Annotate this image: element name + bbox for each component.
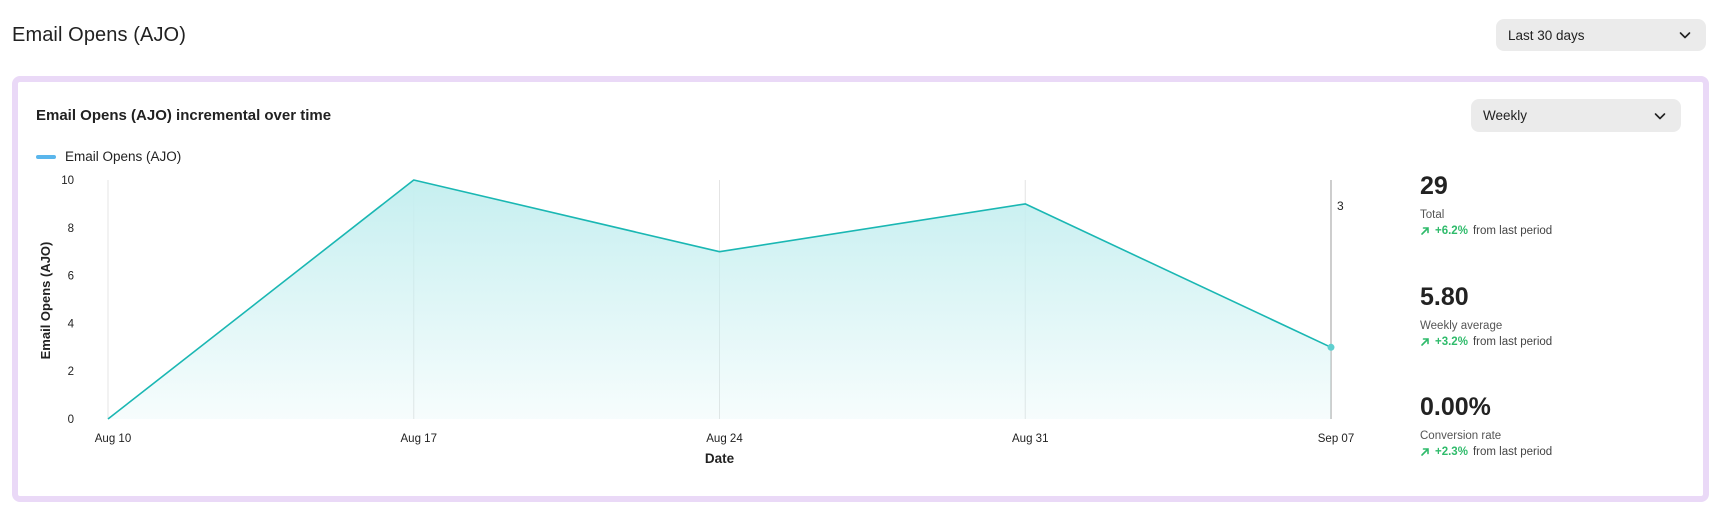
kpi-label: Weekly average <box>1420 320 1503 332</box>
kpi-delta-suffix: from last period <box>1472 336 1553 348</box>
y-axis-title: Email Opens (AJO) <box>38 242 53 360</box>
arrow-up-right-icon <box>1421 227 1429 235</box>
kpi-conversion-rate: 0.00% Conversion rate +2.3% from last pe… <box>1420 393 1552 459</box>
y-tick-label: 4 <box>68 318 75 330</box>
y-tick-label: 8 <box>68 223 74 235</box>
kpi-delta-value: +3.2% <box>1435 336 1468 348</box>
x-tick-label: Aug 10 <box>95 433 131 445</box>
y-tick-label: 10 <box>61 175 74 187</box>
highlight-point <box>1327 343 1335 351</box>
x-axis-title: Date <box>705 451 735 466</box>
kpi-delta-value: +6.2% <box>1435 225 1468 237</box>
arrow-up-right-icon <box>1421 448 1429 456</box>
kpi-delta-value: +2.3% <box>1435 446 1468 458</box>
kpi-delta-suffix: from last period <box>1472 225 1553 237</box>
x-tick-label: Aug 17 <box>401 433 437 445</box>
kpi-label: Conversion rate <box>1420 430 1502 442</box>
kpi-delta: +6.2% from last period <box>1420 225 1552 237</box>
kpi-value: 0.00% <box>1420 393 1491 421</box>
kpi-label: Total <box>1420 209 1445 221</box>
x-tick-label: Sep 07 <box>1318 433 1354 445</box>
kpi-value: 5.80 <box>1420 283 1469 311</box>
kpi-weekly-average: 5.80 Weekly average +3.2% from last peri… <box>1420 283 1552 349</box>
y-tick-label: 6 <box>68 271 74 283</box>
y-tick-label: 0 <box>68 414 74 426</box>
kpi-value: 29 <box>1420 172 1448 200</box>
kpi-delta: +2.3% from last period <box>1420 446 1552 458</box>
arrow-up-right-icon <box>1421 338 1429 346</box>
kpi-total: 29 Total +6.2% from last period <box>1420 172 1552 238</box>
x-tick-label: Aug 31 <box>1012 433 1048 445</box>
x-tick-label: Aug 24 <box>706 433 743 445</box>
highlight-value-label: 3 <box>1337 199 1344 213</box>
kpi-delta-suffix: from last period <box>1472 446 1553 458</box>
y-tick-label: 2 <box>68 366 74 378</box>
kpi-delta: +3.2% from last period <box>1420 336 1552 348</box>
